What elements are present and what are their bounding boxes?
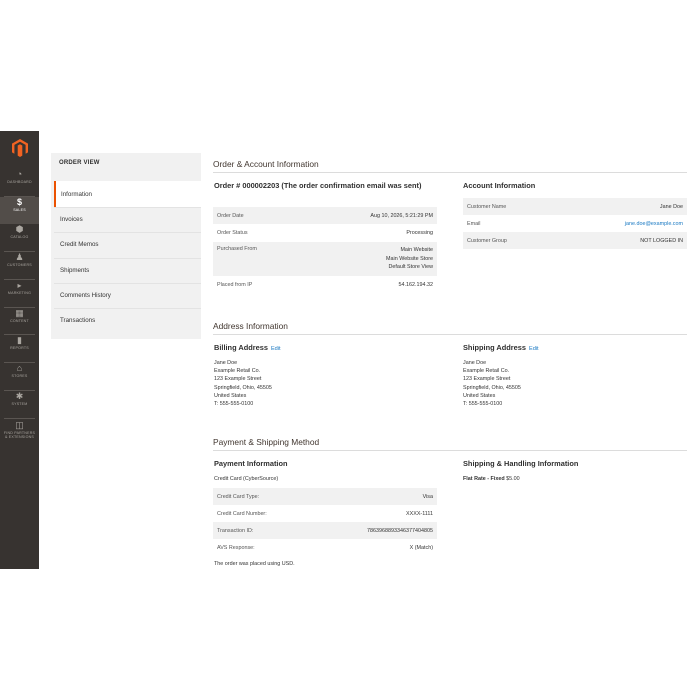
person-icon: ♟ [15,252,24,262]
nav-sales[interactable]: $ SALES [0,197,39,224]
currency-note: The order was placed using USD. [214,561,295,567]
nav-label: SYSTEM [11,402,28,406]
nav-partners[interactable]: ◫ FIND PARTNERS & EXTENSIONS [0,420,39,454]
billing-address: Jane Doe Example Retail Co. 123 Example … [214,360,272,408]
order-title: Order # 000002203 (The order confirmatio… [214,181,422,190]
edit-shipping-link[interactable]: Edit [529,346,539,352]
table-row: Credit Card Type: Visa [213,488,437,505]
nav-label: MARKETING [7,291,32,295]
customer-email-link[interactable]: jane.doe@example.com [625,221,683,227]
bar-chart-icon: ▮ [17,335,22,345]
store-icon: ⌂ [16,363,23,373]
nav-label: CATALOG [10,235,29,239]
nav-label: FIND PARTNERS & EXTENSIONS [3,431,36,440]
table-row: Email jane.doe@example.com [467,220,683,227]
account-info-title: Account Information [463,181,536,190]
nav-system[interactable]: ✱ SYSTEM [0,391,39,418]
billing-address-title: Billing Address Edit [214,343,281,352]
shipping-method: Flat Rate - Fixed $5.00 [463,476,520,482]
section-title-address: Address Information [213,321,288,331]
cube-icon: ⬢ [15,224,24,234]
magento-logo-icon[interactable] [0,131,39,165]
table-row: Transaction ID: 7863968893346377404805 [213,522,437,539]
nav-label: CONTENT [10,319,29,323]
nav-catalog[interactable]: ⬢ CATALOG [0,224,39,251]
tab-shipments[interactable]: Shipments [54,258,201,282]
dollar-icon: $ [16,197,22,207]
shipping-price: $5.00 [506,476,520,482]
order-view-tabs: ORDER VIEW Information Invoices Credit M… [51,153,201,339]
nav-label: REPORTS [10,346,29,350]
tab-information[interactable]: Information [54,181,201,207]
table-row: AVS Response: X (Match) [217,544,433,551]
nav-reports[interactable]: ▮ REPORTS [0,335,39,362]
shipping-address: Jane Doe Example Retail Co. 123 Example … [463,360,521,408]
nav-dashboard[interactable]: ◔ DASHBOARD [0,169,39,196]
table-row: Purchased From Main Website Main Website… [213,242,437,276]
table-row: Placed from IP 54.162.194.32 [217,281,433,288]
tabs-title: ORDER VIEW [59,160,100,166]
shipping-address-title: Shipping Address Edit [463,343,539,352]
nav-stores[interactable]: ⌂ STORES [0,363,39,390]
tab-transactions[interactable]: Transactions [54,308,201,332]
table-row: Customer Group NOT LOGGED IN [463,232,687,249]
table-row: Order Status Processing [217,230,433,236]
edit-billing-link[interactable]: Edit [271,346,281,352]
order-info-table: Order Date Aug 10, 2026, 5:21:29 PM Orde… [213,207,437,293]
admin-sidebar: ◔ DASHBOARD $ SALES ⬢ CATALOG ♟ CUSTOMER… [0,131,39,569]
table-row: Credit Card Number: XXXX-1111 [217,510,433,517]
dashboard-icon: ◔ [16,169,23,179]
payment-method: Credit Card (CyberSource) [214,476,279,482]
nav-label: SALES [13,208,26,212]
tab-comments-history[interactable]: Comments History [54,283,201,307]
payment-info-title: Payment Information [214,459,288,468]
content-icon: ▦ [15,308,24,318]
megaphone-icon: ▸ [17,281,22,290]
table-row: Order Date Aug 10, 2026, 5:21:29 PM [213,207,437,224]
table-row: Customer Name Jane Doe [463,198,687,215]
nav-label: STORES [11,374,28,378]
nav-customers[interactable]: ♟ CUSTOMERS [0,252,39,279]
partners-icon: ◫ [15,420,24,430]
nav-label: CUSTOMERS [7,263,32,267]
tab-invoices[interactable]: Invoices [54,207,201,231]
shipping-handling-title: Shipping & Handling Information [463,459,579,468]
nav-label: DASHBOARD [7,180,32,184]
section-title-payment-shipping: Payment & Shipping Method [213,437,320,447]
account-info-table: Customer Name Jane Doe Email jane.doe@ex… [463,198,687,249]
tab-credit-memos[interactable]: Credit Memos [54,232,201,256]
gear-icon: ✱ [15,391,24,401]
section-title-order-account: Order & Account Information [213,159,319,169]
payment-details-table: Credit Card Type: Visa Credit Card Numbe… [213,488,437,556]
nav-content[interactable]: ▦ CONTENT [0,308,39,335]
nav-marketing[interactable]: ▸ MARKETING [0,280,39,307]
